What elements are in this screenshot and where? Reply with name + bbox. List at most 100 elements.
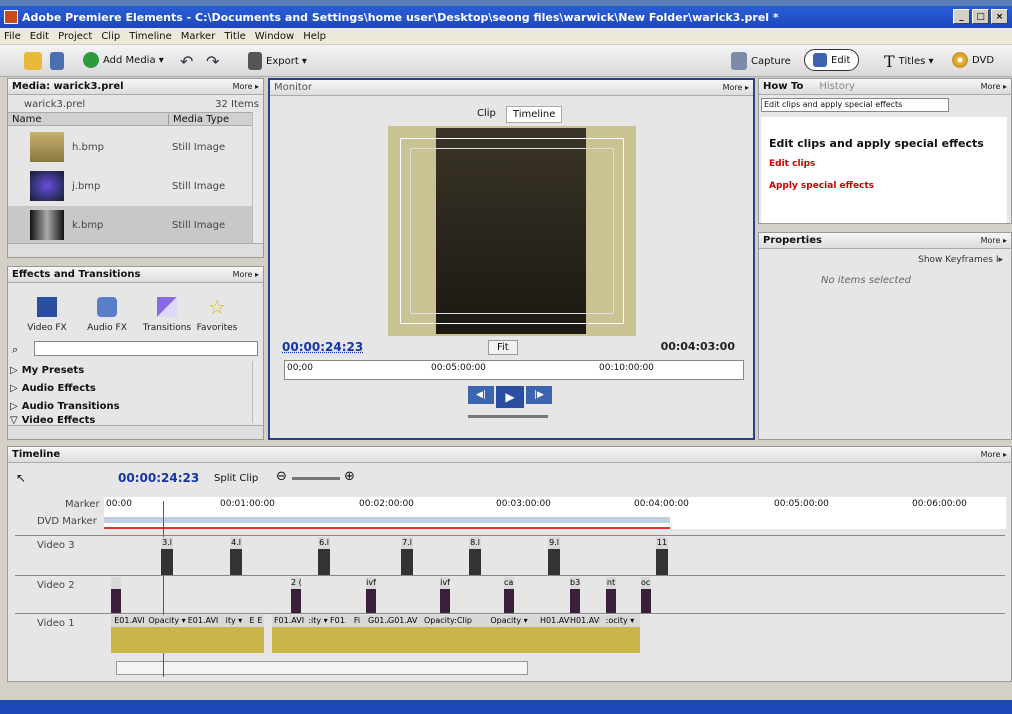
media-item[interactable]: j.bmp Still Image (8, 167, 263, 205)
add-media-button[interactable]: Add Media ▾ (83, 52, 164, 68)
media-scrollbar[interactable] (252, 112, 263, 244)
redo-button[interactable]: ↷ (206, 52, 219, 71)
save-project-button[interactable] (50, 52, 64, 70)
effects-search-input[interactable] (34, 341, 258, 356)
clip[interactable]: Opacity ▾ (148, 615, 186, 653)
play-button[interactable]: ▶ (496, 386, 524, 408)
clip[interactable]: ivf (366, 577, 376, 613)
menu-file[interactable]: File (4, 31, 21, 42)
close-button[interactable]: × (991, 9, 1008, 24)
timeline-ruler[interactable]: 00:00 00:01:00:00 00:02:00:00 00:03:00:0… (104, 497, 1006, 529)
export-button[interactable]: Export ▾ (248, 52, 307, 70)
clip[interactable]: F01.AVI (330, 615, 346, 653)
menu-window[interactable]: Window (255, 31, 294, 42)
clip[interactable]: :ocity ▾ (600, 615, 640, 653)
work-area-bar[interactable] (104, 517, 670, 523)
tree-audio-transitions[interactable]: ▷ Audio Transitions (10, 397, 120, 415)
clip[interactable]: Opacity ▾ (478, 615, 540, 653)
open-project-button[interactable] (24, 52, 42, 70)
clip[interactable]: H01.AVI (570, 615, 600, 653)
clip[interactable]: ocl (641, 577, 651, 613)
clip[interactable]: Opacity:Clip (418, 615, 478, 653)
menu-help[interactable]: Help (303, 31, 326, 42)
link-apply-special-effects[interactable]: Apply special effects (769, 181, 874, 191)
zoom-fit-dropdown[interactable]: Fit (488, 340, 518, 355)
clip[interactable]: 7.l (401, 537, 413, 575)
effects-scrollbar[interactable] (252, 361, 263, 423)
maximize-button[interactable]: □ (972, 9, 989, 24)
monitor-timecode[interactable]: 00:00:24:23 (282, 340, 363, 354)
video-fx-button[interactable]: Video FX (22, 297, 72, 333)
clip[interactable]: H01.AVI (540, 615, 570, 653)
dvd-button[interactable]: DVD (952, 52, 994, 68)
favorites-button[interactable]: ☆ Favorites (192, 297, 242, 333)
edit-button[interactable]: Edit (804, 49, 860, 71)
clip[interactable]: E (256, 615, 264, 653)
minimize-button[interactable]: _ (953, 9, 970, 24)
menu-timeline[interactable]: Timeline (129, 31, 172, 42)
menu-marker[interactable]: Marker (181, 31, 216, 42)
menu-project[interactable]: Project (58, 31, 92, 42)
clip[interactable]: 8.l (469, 537, 481, 575)
tree-audio-effects[interactable]: ▷ Audio Effects (10, 379, 96, 397)
clip[interactable]: cal (504, 577, 514, 613)
step-forward-button[interactable]: |▶ (526, 386, 552, 404)
undo-button[interactable]: ↶ (180, 52, 193, 71)
tab-history[interactable]: History (819, 81, 855, 92)
column-media-type[interactable]: Media Type (168, 113, 229, 125)
effects-more-menu[interactable]: More ▸ (233, 270, 259, 279)
clip[interactable]: nt (606, 577, 616, 613)
transitions-button[interactable]: Transitions (142, 297, 192, 333)
clip[interactable]: E (248, 615, 256, 653)
clip[interactable]: ity ▾ (220, 615, 248, 653)
tree-video-effects[interactable]: ▽ Video Effects (10, 415, 95, 425)
link-edit-clips[interactable]: Edit clips (769, 159, 815, 169)
zoom-out-icon[interactable]: ⊖ (276, 469, 287, 484)
timeline-more-menu[interactable]: More ▸ (981, 450, 1007, 459)
tree-my-presets[interactable]: ▷ My Presets (10, 361, 84, 379)
menu-title[interactable]: Title (224, 31, 245, 42)
clip[interactable]: 9.l (548, 537, 560, 575)
split-clip-button[interactable]: Split Clip (214, 473, 258, 484)
clip[interactable]: E01.AVI (186, 615, 220, 653)
audio-fx-button[interactable]: Audio FX (82, 297, 132, 333)
clip[interactable]: 11 (656, 537, 668, 575)
titles-button[interactable]: T Titles ▾ (884, 52, 934, 71)
clip[interactable] (111, 577, 121, 613)
properties-more-menu[interactable]: More ▸ (981, 236, 1007, 245)
clip[interactable]: Fi (346, 615, 368, 653)
monitor-more-menu[interactable]: More ▸ (723, 83, 749, 92)
zoom-in-icon[interactable]: ⊕ (344, 469, 355, 484)
timeline-scrollbar[interactable] (116, 661, 528, 675)
media-item[interactable]: k.bmp Still Image (8, 206, 263, 244)
clip[interactable]: 6.l (318, 537, 330, 575)
clip[interactable]: 4.l (230, 537, 242, 575)
column-name[interactable]: Name (8, 114, 168, 125)
zoom-slider[interactable] (292, 477, 340, 480)
clip[interactable]: F01.AVI (272, 615, 306, 653)
timeline-timecode[interactable]: 00:00:24:23 (118, 471, 199, 485)
tab-clip[interactable]: Clip (473, 106, 500, 123)
clip[interactable]: G01.AVI (388, 615, 418, 653)
clip[interactable]: 2 ( (291, 577, 301, 613)
howto-more-menu[interactable]: More ▸ (981, 82, 1007, 91)
howto-topic-dropdown[interactable]: Edit clips and apply special effects (761, 98, 949, 112)
menu-clip[interactable]: Clip (101, 31, 120, 42)
tab-how-to[interactable]: How To (763, 81, 803, 92)
clip[interactable]: ivf (440, 577, 450, 613)
menu-edit[interactable]: Edit (30, 31, 49, 42)
media-item[interactable]: h.bmp Still Image (8, 128, 263, 166)
clip[interactable]: 3.l (161, 537, 173, 575)
media-more-menu[interactable]: More ▸ (233, 82, 259, 91)
tab-timeline[interactable]: Timeline (505, 106, 563, 123)
step-back-button[interactable]: ◀| (468, 386, 494, 404)
clip[interactable]: b3 (570, 577, 580, 613)
clip[interactable]: :ity ▾ (306, 615, 330, 653)
clip[interactable]: G01.AVI (368, 615, 388, 653)
shuttle-slider[interactable] (468, 415, 548, 418)
capture-button[interactable]: Capture (731, 52, 791, 70)
show-keyframes-button[interactable]: Show Keyframes I▸ (918, 255, 1003, 265)
selection-tool-icon[interactable]: ↖ (16, 471, 26, 485)
clip[interactable]: E01.AVI (111, 615, 148, 653)
monitor-ruler[interactable]: 00;00 00:05:00:00 00:10:00:00 (284, 360, 744, 380)
